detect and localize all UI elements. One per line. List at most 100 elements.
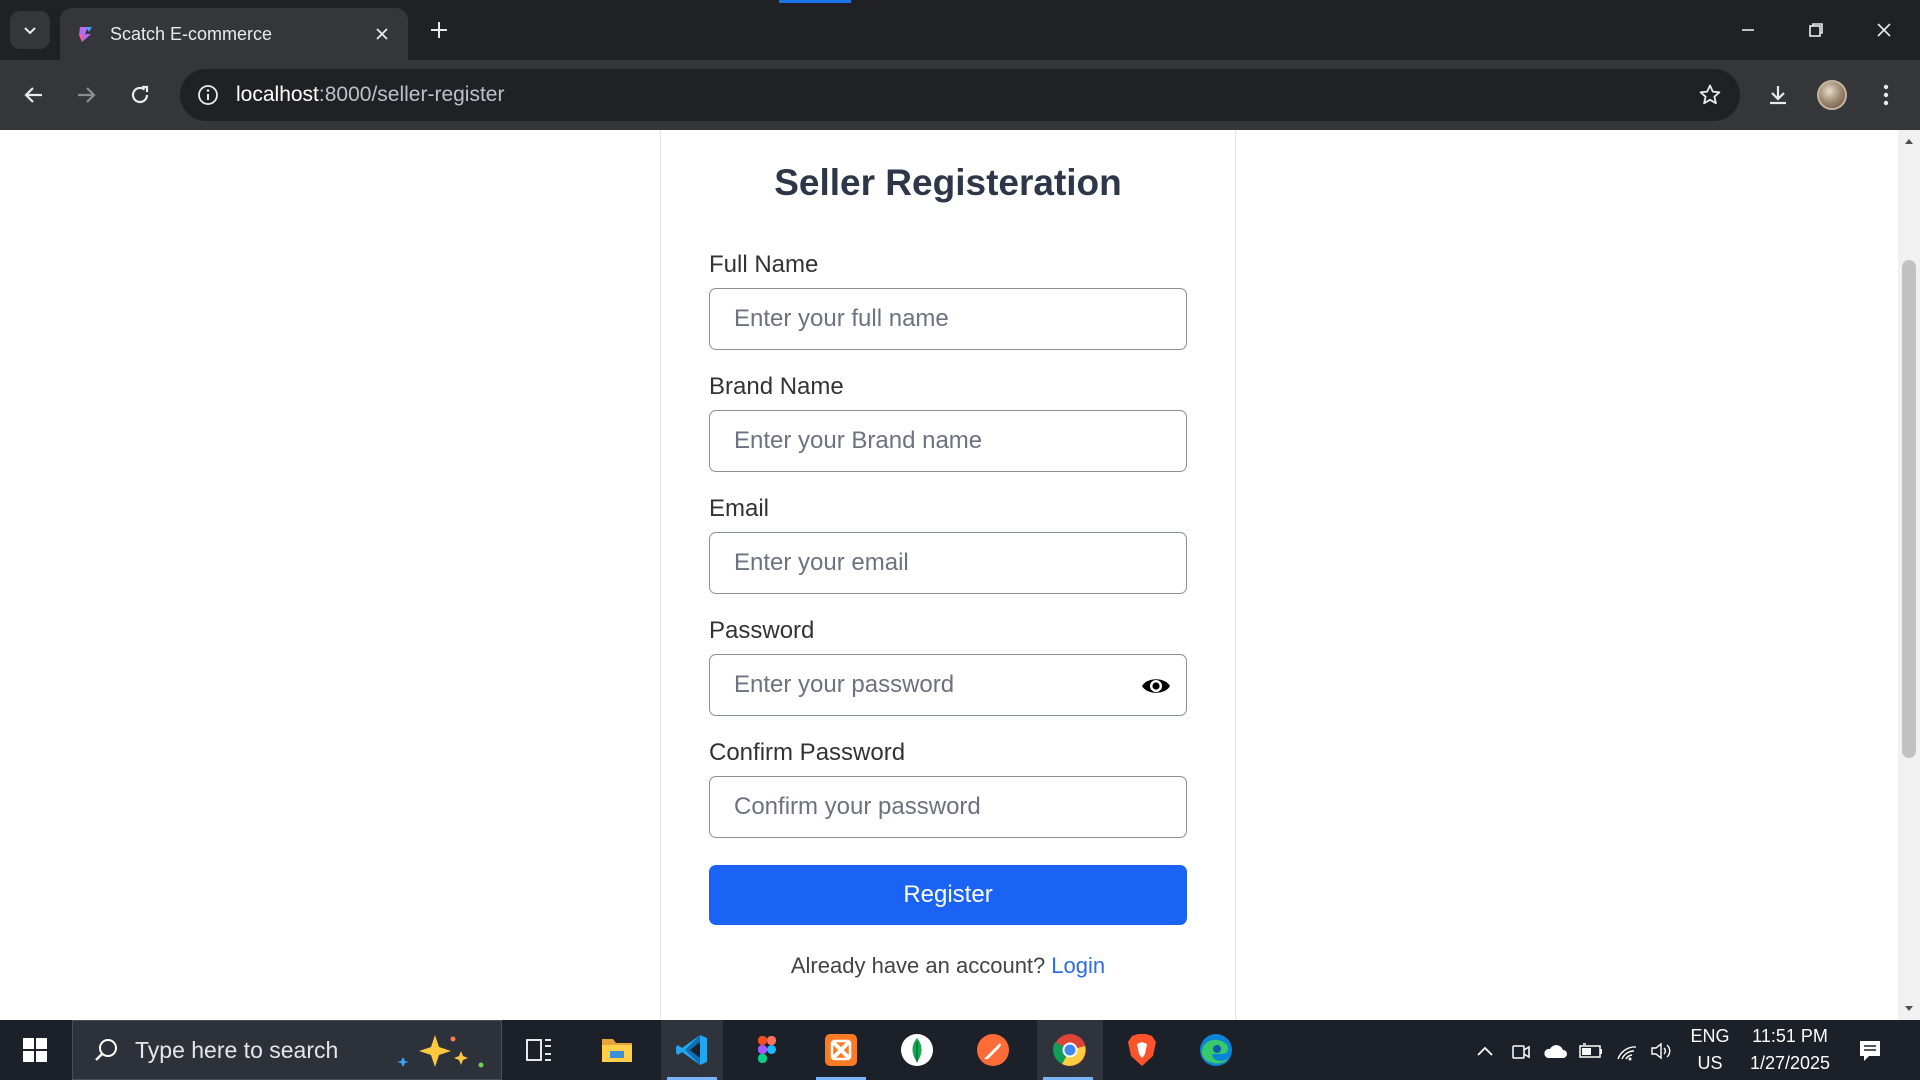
confirm-password-input[interactable] (710, 777, 1186, 837)
figma-icon (758, 1036, 776, 1063)
tray-volume[interactable] (1648, 1038, 1674, 1064)
register-button[interactable]: Register (709, 865, 1187, 925)
input-language-indicator[interactable]: ENG US (1682, 1026, 1738, 1074)
restore-button[interactable] (1788, 8, 1844, 52)
browser-tab-strip: Scatch E-commerce (0, 0, 1920, 60)
tab-search-button[interactable] (10, 11, 50, 49)
profile-button[interactable] (1812, 75, 1852, 115)
brand-name-label: Brand Name (709, 373, 844, 400)
site-favicon-icon (79, 27, 92, 42)
email-input[interactable] (710, 533, 1186, 593)
taskbar-figma[interactable] (736, 1020, 798, 1080)
taskbar-search-box[interactable]: Type here to search (72, 1020, 502, 1080)
windows-logo-icon (23, 1038, 47, 1062)
info-icon (198, 85, 218, 105)
scroll-thumb[interactable] (1902, 260, 1916, 758)
meet-now-icon (1512, 1045, 1530, 1059)
brand-name-field-wrapper (709, 410, 1187, 472)
browser-menu-button[interactable] (1866, 75, 1906, 115)
tray-wifi[interactable] (1614, 1038, 1640, 1064)
taskbar-chrome[interactable] (1037, 1020, 1103, 1080)
brave-icon (1128, 1034, 1156, 1066)
arrow-right-icon (78, 87, 96, 103)
taskbar-xampp[interactable] (810, 1020, 872, 1080)
tray-battery[interactable] (1578, 1038, 1604, 1064)
chevron-up-icon (1477, 1046, 1493, 1056)
tab-loading-indicator (779, 0, 851, 3)
full-name-input[interactable] (710, 289, 1186, 349)
login-link[interactable]: Login (1051, 953, 1105, 978)
caret-down-icon (1905, 1006, 1913, 1011)
minimize-icon (1742, 29, 1754, 31)
url-text: localhost:8000/seller-register (236, 83, 504, 107)
close-window-button[interactable] (1856, 8, 1912, 52)
edge-icon (1200, 1034, 1232, 1066)
minimize-button[interactable] (1720, 8, 1776, 52)
search-placeholder: Type here to search (135, 1036, 339, 1063)
taskbar-edge[interactable] (1185, 1020, 1247, 1080)
scroll-up-button[interactable] (1898, 130, 1920, 152)
language-code: ENG (1690, 1026, 1730, 1046)
battery-icon (1579, 1043, 1602, 1058)
star-icon (1699, 84, 1721, 105)
taskbar-vscode[interactable] (661, 1020, 723, 1080)
email-field-wrapper (709, 532, 1187, 594)
password-input[interactable] (710, 655, 1186, 715)
address-bar[interactable]: localhost:8000/seller-register (180, 69, 1740, 121)
login-prompt-text: Already have an account? (790, 953, 1046, 978)
reload-button[interactable] (120, 75, 160, 115)
page-title: Seller Registeration (774, 162, 1122, 203)
reload-icon (131, 85, 149, 104)
active-tab[interactable]: Scatch E-commerce (60, 8, 408, 60)
password-visibility-toggle[interactable] (1140, 670, 1172, 702)
confirm-password-field-wrapper (709, 776, 1187, 838)
page-viewport: Seller Registeration Full Name Brand Nam… (0, 130, 1898, 1020)
taskbar-clock[interactable]: 11:51 PM 1/27/2025 (1740, 1026, 1840, 1074)
close-icon (376, 28, 388, 40)
download-icon (1770, 86, 1786, 105)
clock-date: 1/27/2025 (1749, 1053, 1831, 1073)
notification-icon (1860, 1041, 1880, 1061)
search-icon (91, 1035, 121, 1065)
volume-icon (1651, 1042, 1671, 1060)
task-view-icon (526, 1039, 551, 1061)
windows-taskbar: Type here to search ENG US 11:51 PM 1/27… (0, 1020, 1920, 1080)
vscode-icon (676, 1035, 707, 1065)
search-highlight-sparkle-icon (397, 1035, 484, 1068)
bookmark-button[interactable] (1696, 81, 1724, 109)
tray-meet-now[interactable] (1508, 1038, 1534, 1064)
page-scrollbar[interactable] (1898, 130, 1920, 1020)
scroll-down-button[interactable] (1898, 998, 1920, 1020)
restore-icon (1809, 23, 1823, 37)
url-host: localhost (236, 83, 319, 106)
back-button[interactable] (14, 75, 54, 115)
cloud-icon (1544, 1045, 1567, 1058)
new-tab-button[interactable] (424, 15, 454, 45)
browser-toolbar: localhost:8000/seller-register (0, 60, 1920, 130)
full-name-field-wrapper (709, 288, 1187, 350)
confirm-password-label: Confirm Password (709, 739, 906, 766)
taskbar-task-view[interactable] (508, 1020, 570, 1080)
forward-button[interactable] (66, 75, 106, 115)
downloads-button[interactable] (1758, 75, 1798, 115)
clock-time: 11:51 PM (1752, 1026, 1828, 1046)
postman-icon (977, 1034, 1009, 1066)
more-vertical-icon (1883, 84, 1889, 106)
file-explorer-icon (602, 1039, 632, 1062)
notifications-button[interactable] (1850, 1034, 1890, 1068)
brand-name-input[interactable] (710, 411, 1186, 471)
taskbar-brave[interactable] (1111, 1020, 1173, 1080)
tray-onedrive[interactable] (1542, 1038, 1568, 1064)
password-field-wrapper (709, 654, 1187, 716)
caret-up-icon (1905, 139, 1913, 144)
taskbar-mongodb-compass[interactable] (886, 1020, 948, 1080)
tray-overflow-button[interactable] (1472, 1038, 1498, 1064)
start-button[interactable] (0, 1020, 70, 1080)
chevron-down-icon (24, 27, 36, 35)
site-info-button[interactable] (194, 81, 222, 109)
wifi-icon (1617, 1046, 1637, 1061)
taskbar-file-explorer[interactable] (586, 1020, 648, 1080)
full-name-label: Full Name (709, 251, 819, 278)
tab-close-button[interactable] (368, 20, 396, 48)
taskbar-postman[interactable] (962, 1020, 1024, 1080)
